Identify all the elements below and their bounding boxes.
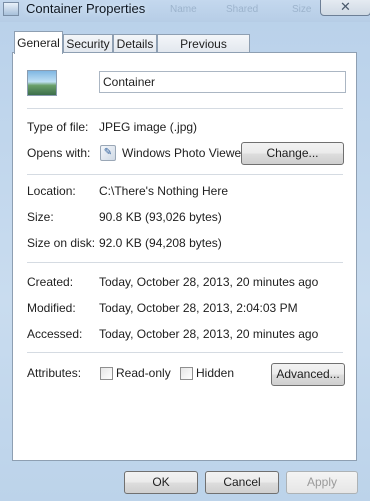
advanced-button[interactable]: Advanced...	[271, 363, 345, 386]
readonly-checkbox[interactable]	[100, 367, 113, 380]
apply-button[interactable]: Apply	[286, 471, 358, 494]
size-label: Size:	[27, 210, 54, 224]
tab-security[interactable]: Security	[63, 34, 113, 53]
window-title: Container Properties	[26, 1, 146, 16]
separator	[27, 174, 343, 175]
size-on-disk-label: Size on disk:	[27, 236, 96, 250]
size-on-disk-value: 92.0 KB (94,208 bytes)	[99, 236, 222, 250]
modified-value: Today, October 28, 2013, 2:04:03 PM	[99, 301, 298, 315]
accessed-value: Today, October 28, 2013, 20 minutes ago	[99, 327, 319, 341]
tab-general[interactable]: General	[14, 31, 63, 54]
change-button[interactable]: Change...	[241, 142, 344, 165]
cancel-button[interactable]: Cancel	[205, 471, 279, 494]
modified-label: Modified:	[27, 301, 76, 315]
close-button[interactable]: ✕	[320, 0, 370, 16]
image-file-icon	[3, 2, 19, 16]
location-value: C:\There's Nothing Here	[99, 184, 229, 198]
title-bar[interactable]: Container Properties Name Shared Size ✕	[0, 0, 370, 22]
type-label: Type of file:	[27, 120, 89, 134]
created-label: Created:	[27, 275, 74, 289]
ok-button[interactable]: OK	[124, 471, 198, 494]
separator	[27, 262, 343, 263]
opens-with-value: Windows Photo Viewer	[122, 146, 246, 160]
created-value: Today, October 28, 2013, 20 minutes ago	[99, 275, 319, 289]
background-text: Size	[292, 4, 312, 15]
tab-details[interactable]: Details	[113, 34, 157, 53]
background-text: Shared	[226, 4, 259, 15]
separator	[27, 352, 343, 353]
opens-with-label: Opens with:	[27, 146, 91, 160]
type-value: JPEG image (.jpg)	[99, 120, 198, 134]
general-panel: Type of file: JPEG image (.jpg) Opens wi…	[12, 52, 357, 461]
file-name-field[interactable]	[99, 71, 346, 93]
photo-viewer-icon: ✎	[100, 145, 116, 161]
readonly-label[interactable]: Read-only	[116, 366, 171, 380]
attributes-label: Attributes:	[27, 366, 82, 380]
hidden-checkbox[interactable]	[180, 367, 193, 380]
size-value: 90.8 KB (93,026 bytes)	[99, 210, 222, 224]
location-label: Location:	[27, 184, 76, 198]
background-text: Name	[170, 4, 197, 15]
accessed-label: Accessed:	[27, 327, 83, 341]
close-icon: ✕	[340, 0, 351, 14]
jpeg-thumbnail-icon	[27, 70, 57, 96]
separator	[27, 108, 343, 109]
hidden-label[interactable]: Hidden	[196, 366, 234, 380]
tab-previous-versions[interactable]: Previous Versions	[157, 34, 250, 69]
